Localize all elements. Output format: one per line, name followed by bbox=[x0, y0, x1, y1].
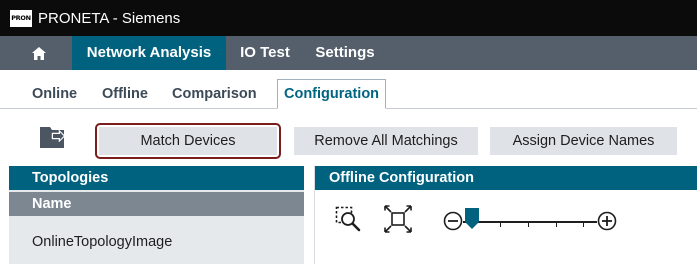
tab-comparison[interactable]: Comparison bbox=[172, 84, 257, 104]
topologies-header: Topologies bbox=[9, 166, 304, 190]
zoom-tick bbox=[583, 221, 584, 227]
import-button[interactable] bbox=[38, 124, 70, 150]
tab-online[interactable]: Online bbox=[32, 84, 77, 104]
menu-network-analysis[interactable]: Network Analysis bbox=[72, 36, 226, 70]
topologies-panel: Topologies Name OnlineTopologyImage bbox=[9, 166, 304, 264]
zoom-slider-track[interactable] bbox=[463, 221, 597, 223]
tab-configuration[interactable]: Configuration bbox=[277, 79, 387, 109]
assign-device-names-button[interactable]: Assign Device Names bbox=[490, 127, 677, 155]
title-bar: PRON PRONETA - Siemens bbox=[0, 0, 697, 36]
home-button[interactable] bbox=[14, 36, 64, 70]
zoom-tick bbox=[500, 221, 501, 227]
app-logo: PRON bbox=[10, 9, 32, 27]
zoom-tick bbox=[556, 221, 557, 227]
zoom-tick bbox=[528, 221, 529, 227]
menu-io-test[interactable]: IO Test bbox=[232, 36, 298, 70]
offline-configuration-panel: Offline Configuration bbox=[314, 166, 697, 264]
list-item[interactable]: OnlineTopologyImage bbox=[9, 230, 304, 254]
zoom-out-icon[interactable] bbox=[443, 211, 463, 231]
menu-settings[interactable]: Settings bbox=[306, 36, 384, 70]
tab-offline[interactable]: Offline bbox=[102, 84, 148, 104]
import-icon bbox=[40, 127, 66, 148]
home-icon bbox=[32, 46, 46, 60]
window-title: PRONETA - Siemens bbox=[38, 9, 181, 27]
zoom-in-icon[interactable] bbox=[597, 211, 617, 231]
zoom-area-icon[interactable] bbox=[335, 206, 361, 232]
match-devices-button[interactable]: Match Devices bbox=[99, 127, 277, 155]
main-menu-bar: Network Analysis IO Test Settings bbox=[0, 36, 697, 70]
name-column-header[interactable]: Name bbox=[9, 192, 304, 216]
zoom-slider-handle[interactable] bbox=[465, 208, 480, 230]
fit-to-screen-icon[interactable] bbox=[383, 204, 413, 234]
sub-tab-bar: Online Offline Comparison Configuration bbox=[0, 70, 697, 110]
offline-configuration-header: Offline Configuration bbox=[315, 166, 697, 190]
remove-all-matchings-button[interactable]: Remove All Matchings bbox=[294, 127, 478, 155]
